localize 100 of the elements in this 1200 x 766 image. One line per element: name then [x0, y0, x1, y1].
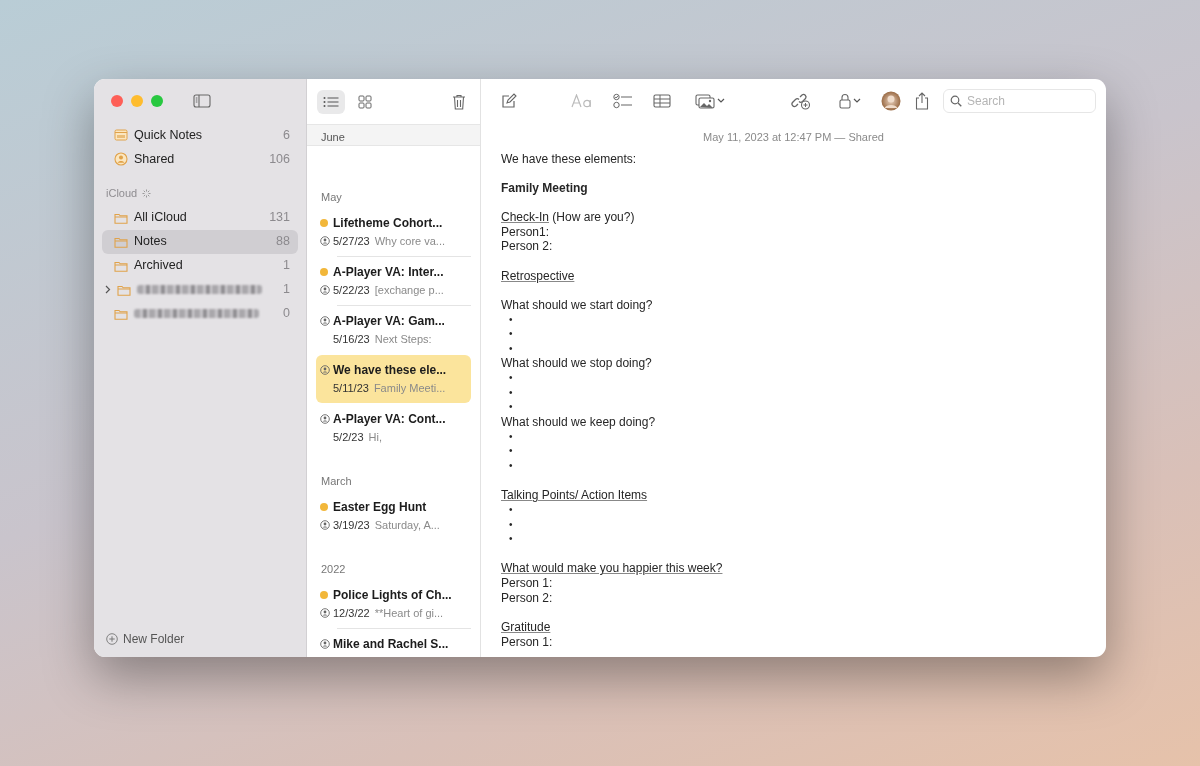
note-row[interactable]: Lifetheme Cohort... 5/27/23 Why core va...: [316, 208, 471, 256]
item-label: Archived: [134, 257, 183, 275]
avatar-icon: [881, 91, 901, 111]
item-label: Notes: [134, 233, 167, 251]
folder-icon: [114, 307, 128, 320]
section-header: March: [321, 473, 352, 489]
note-text: Person 2:: [501, 590, 554, 606]
note-date: 5/27/23: [333, 235, 370, 247]
note-title: A-Player VA: Cont...: [333, 411, 447, 428]
section-header: iCloud: [106, 186, 138, 201]
note-row[interactable]: A-Player VA: Gam... 5/16/23 Next Steps:: [316, 306, 471, 354]
note-row[interactable]: A-Player VA: Cont... 5/2/23 Hi,: [316, 404, 471, 452]
bullet: •: [508, 327, 514, 342]
bullet: •: [508, 341, 514, 356]
item-count: 0: [283, 305, 290, 323]
note-text: What should we keep doing?: [501, 415, 657, 430]
note-date: 5/22/23: [333, 284, 370, 296]
note-preview: Hi,: [368, 431, 383, 443]
list-view-button[interactable]: [317, 89, 345, 114]
bullet: •: [508, 429, 514, 444]
note-subheading: Gratitude: [501, 620, 552, 635]
lock-icon: [839, 93, 851, 109]
bullet: •: [508, 371, 514, 386]
photo-icon: [695, 93, 715, 109]
item-label: Quick Notes: [134, 126, 203, 144]
note-title: We have these ele...: [333, 362, 448, 379]
note-date: 5/11/23: [333, 382, 369, 394]
search-icon: [950, 95, 962, 107]
note-row[interactable]: Police Lights of Ch... 12/3/22 **Heart of gi...: [316, 580, 471, 628]
sidebar-item[interactable]: Notes 88: [102, 229, 298, 254]
folder-icon: [114, 235, 128, 248]
note-text: Person 1:: [501, 576, 554, 591]
link-plus-icon: [791, 92, 811, 110]
note-date: 5/2/23: [333, 431, 364, 443]
bullet: •: [508, 532, 514, 547]
bullet: •: [508, 517, 514, 532]
note-text: Person 1:: [501, 634, 554, 650]
bullet: •: [508, 444, 514, 459]
note-row[interactable]: Mike and Rachel S...: [316, 629, 471, 657]
new-folder-button[interactable]: New Folder: [102, 628, 298, 650]
note-title: A-Player VA: Gam...: [333, 313, 446, 330]
note-preview: Why core va...: [374, 235, 445, 247]
item-count: 1: [283, 281, 290, 299]
bullet: •: [508, 385, 514, 400]
note-preview: [exchange p...: [374, 284, 444, 296]
note-title: Lifetheme Cohort...: [333, 215, 444, 232]
section-header: 2022: [321, 561, 346, 577]
note-preview: Family Meeti...: [373, 382, 446, 394]
list-icon: [323, 95, 339, 108]
sidebar-item[interactable]: Archived 1: [102, 253, 298, 278]
note-timestamp: May 11, 2023 at 12:47 PM — Shared: [702, 130, 885, 145]
note-text: Person 2:: [501, 239, 554, 254]
sidebar-item[interactable]: Shared 106: [102, 147, 298, 171]
chevron-down-icon: [853, 98, 861, 104]
item-count: 6: [283, 126, 290, 144]
bullet: •: [508, 458, 514, 473]
note-subheading: Talking Points/ Action Items: [501, 488, 649, 503]
chevron-down-icon: [717, 98, 725, 104]
note-text: What should we stop doing?: [501, 356, 653, 372]
note-text: What should we start doing?: [501, 297, 654, 313]
note-date: 5/16/23: [333, 333, 370, 345]
note-preview: Saturday, A...: [374, 519, 440, 531]
section-header: May: [321, 189, 342, 205]
note-title: Easter Egg Hunt: [333, 499, 428, 516]
note-date: 3/19/23: [333, 519, 370, 531]
compose-icon: [501, 93, 517, 109]
search-input[interactable]: Search: [943, 89, 1096, 113]
note-row[interactable]: We have these ele... 5/11/23 Family Meeti...: [316, 355, 471, 403]
note-preview: Next Steps:: [374, 333, 432, 345]
note-title: Mike and Rachel S...: [333, 636, 450, 653]
item-count: 88: [276, 233, 290, 251]
checklist-icon: [613, 93, 633, 109]
trash-icon: [452, 93, 466, 110]
item-label: Shared: [134, 150, 175, 168]
table-icon: [653, 94, 671, 108]
close-button[interactable]: [111, 95, 123, 107]
note-date: 12/3/22: [333, 607, 370, 619]
note-icon: [114, 129, 128, 141]
bullet: •: [508, 502, 514, 517]
sidebar-item[interactable]: Quick Notes 6: [102, 123, 298, 147]
item-count: 106: [269, 150, 290, 168]
sidebar-item[interactable]: All iCloud 131: [102, 205, 298, 230]
folder-icon: [117, 283, 131, 296]
note-preview: **Heart of gi...: [374, 607, 444, 619]
item-count: 1: [283, 257, 290, 275]
note-row[interactable]: A-Player VA: Inter... 5/22/23 [exchange p...: [316, 257, 471, 305]
item-label: All iCloud: [134, 209, 187, 227]
note-text: Person1:: [501, 224, 551, 240]
grid-icon: [358, 94, 372, 109]
bullet: •: [508, 312, 514, 327]
note-subheading: Check-In (How are you?): [501, 210, 636, 225]
section-header: June: [307, 124, 480, 146]
spinner-icon: [142, 188, 152, 198]
note-row[interactable]: Easter Egg Hunt 3/19/23 Saturday, A...: [316, 492, 471, 540]
sidebar-icon: [193, 94, 211, 108]
bullet: •: [508, 400, 514, 415]
note-heading: Family Meeting: [501, 180, 589, 196]
item-count: 131: [269, 209, 290, 227]
share-icon: [915, 92, 929, 110]
folder-icon: [114, 211, 128, 224]
